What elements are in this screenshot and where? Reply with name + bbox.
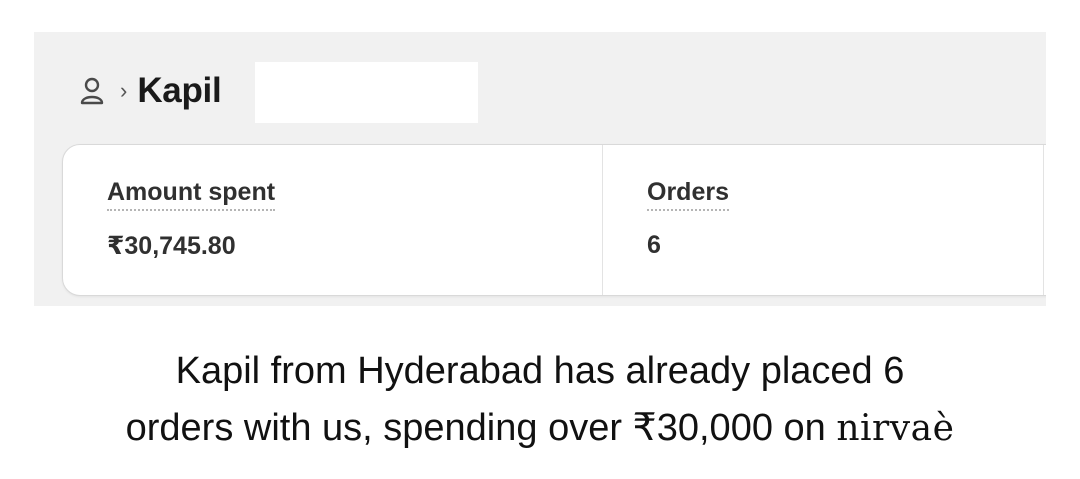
metrics-card: Amount spent ₹30,745.80 Orders 6 [62,144,1046,296]
breadcrumb: › Kapil [78,60,222,122]
metric-label[interactable]: Amount spent [107,178,276,211]
person-icon[interactable] [78,75,106,107]
metric-value: ₹30,745.80 [107,232,236,260]
caption-line-1: Kapil from Hyderabad has already placed … [175,350,905,392]
customer-panel: › Kapil Amount spent ₹30,745.80 Orders 6 [34,32,1046,306]
metric-column-partial [1043,145,1046,295]
brand-logo: nirvaè [836,408,955,449]
customer-name: Kapil [137,71,222,110]
metric-label[interactable]: Orders [647,178,729,211]
caption: Kapil from Hyderabad has already placed … [0,343,1080,457]
metric-amount-spent: Amount spent ₹30,745.80 [63,145,601,295]
caption-line-2-text: orders with us, spending over ₹30,000 on [125,407,826,449]
metric-orders: Orders 6 [602,145,1043,295]
metric-value: 6 [647,231,661,259]
redacted-area [255,62,478,123]
caption-line-2: orders with us, spending over ₹30,000 on… [0,400,1080,457]
breadcrumb-separator: › [120,78,128,103]
